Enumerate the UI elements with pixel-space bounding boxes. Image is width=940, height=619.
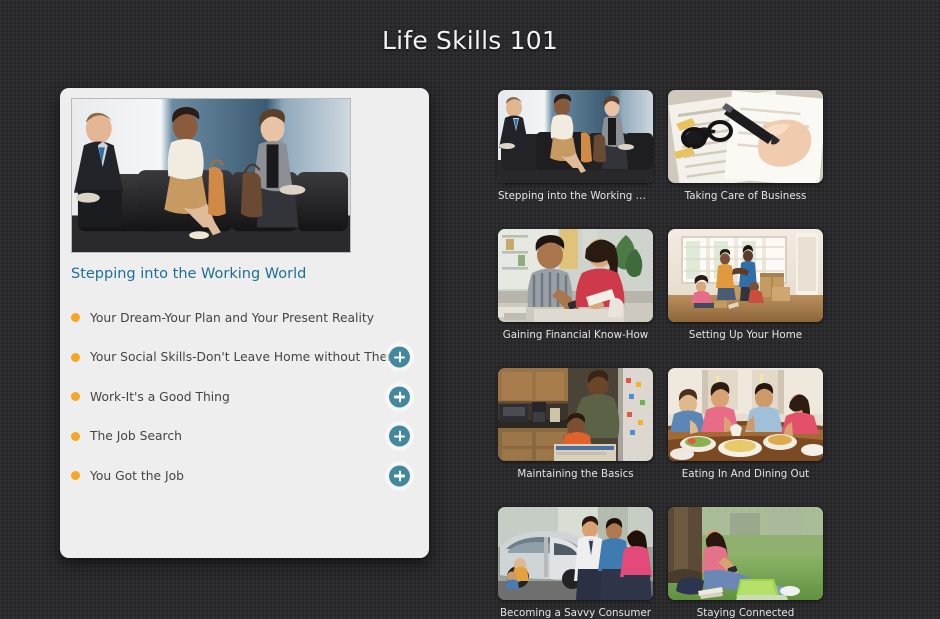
thumbnail-card[interactable]: Eating In And Dining Out — [668, 368, 823, 480]
thumbnail-caption: Eating In And Dining Out — [681, 468, 810, 480]
plus-icon-button[interactable] — [389, 425, 410, 447]
thumbnail-caption: Setting Up Your Home — [688, 329, 803, 341]
thumbnail-caption: Maintaining the Basics — [517, 468, 634, 480]
feature-hero-image[interactable] — [71, 98, 351, 253]
bullet-icon — [71, 431, 80, 441]
office-waiting-room-illustration — [72, 99, 350, 252]
topic-list-item[interactable]: You Got the Job — [71, 456, 418, 496]
thumbnail-image-kitchen-father-child[interactable] — [498, 368, 653, 461]
thumbnail-image-family-dinner-table[interactable] — [668, 368, 823, 461]
bullet-icon — [71, 352, 80, 362]
thumbnail-caption: Staying Connected — [696, 607, 795, 619]
thumbnail-caption: Taking Care of Business — [684, 190, 807, 202]
topic-label: Work-It's a Good Thing — [90, 389, 230, 404]
topic-label: Your Dream-Your Plan and Your Present Re… — [90, 310, 374, 325]
thumbnail-card[interactable]: Setting Up Your Home — [668, 229, 823, 341]
topic-list-item[interactable]: Your Social Skills-Don't Leave Home with… — [71, 338, 418, 378]
thumbnail-image-paperwork-desk[interactable] — [668, 90, 823, 183]
thumbnail-image-couple-budgeting[interactable] — [498, 229, 653, 322]
thumbnail-caption: Becoming a Savvy Consumer — [499, 607, 652, 619]
student-laptop-park-thumb — [668, 507, 823, 600]
topic-list: Your Dream-Your Plan and Your Present Re… — [71, 298, 418, 496]
bullet-icon — [71, 313, 80, 323]
couple-budgeting-thumb — [498, 229, 653, 322]
topic-list-item[interactable]: Work-It's a Good Thing — [71, 377, 418, 417]
plus-icon-button[interactable] — [389, 386, 410, 408]
thumbnail-card[interactable]: Gaining Financial Know-How — [498, 229, 653, 341]
paperwork-desk-thumb — [668, 90, 823, 183]
plus-icon-button[interactable] — [389, 346, 410, 368]
family-dinner-table-thumb — [668, 368, 823, 461]
thumbnail-card[interactable]: Becoming a Savvy Consumer — [498, 507, 653, 619]
kitchen-father-child-thumb — [498, 368, 653, 461]
family-moving-in-thumb — [668, 229, 823, 322]
page-title: Life Skills 101 — [382, 26, 558, 55]
thumbnail-caption: Stepping into the Working World — [498, 190, 653, 202]
topic-label: Your Social Skills-Don't Leave Home with… — [90, 350, 400, 365]
thumbnail-image-family-moving-in[interactable] — [668, 229, 823, 322]
thumbnail-image-office-waiting-room[interactable] — [498, 90, 653, 183]
feature-card: Stepping into the Working World Your Dre… — [60, 88, 429, 558]
thumbnail-card[interactable]: Maintaining the Basics — [498, 368, 653, 480]
topic-label: You Got the Job — [90, 468, 184, 483]
bullet-icon — [71, 392, 80, 402]
thumbnail-image-car-shopping[interactable] — [498, 507, 653, 600]
thumbnail-grid: Stepping into the Working World Taking C… — [498, 90, 823, 619]
thumbnail-image-student-laptop-park[interactable] — [668, 507, 823, 600]
thumbnail-card[interactable]: Staying Connected — [668, 507, 823, 619]
office-waiting-room-thumb — [498, 90, 653, 183]
thumbnail-caption: Gaining Financial Know-How — [502, 329, 649, 341]
car-shopping-thumb — [498, 507, 653, 600]
feature-card-title: Stepping into the Working World — [71, 266, 307, 282]
topic-list-item[interactable]: The Job Search — [71, 417, 418, 457]
thumbnail-card[interactable]: Taking Care of Business — [668, 90, 823, 202]
plus-icon-button[interactable] — [389, 465, 410, 487]
topic-label: The Job Search — [90, 429, 182, 444]
topic-list-item[interactable]: Your Dream-Your Plan and Your Present Re… — [71, 298, 418, 338]
thumbnail-card[interactable]: Stepping into the Working World — [498, 90, 653, 202]
bullet-icon — [71, 471, 80, 481]
